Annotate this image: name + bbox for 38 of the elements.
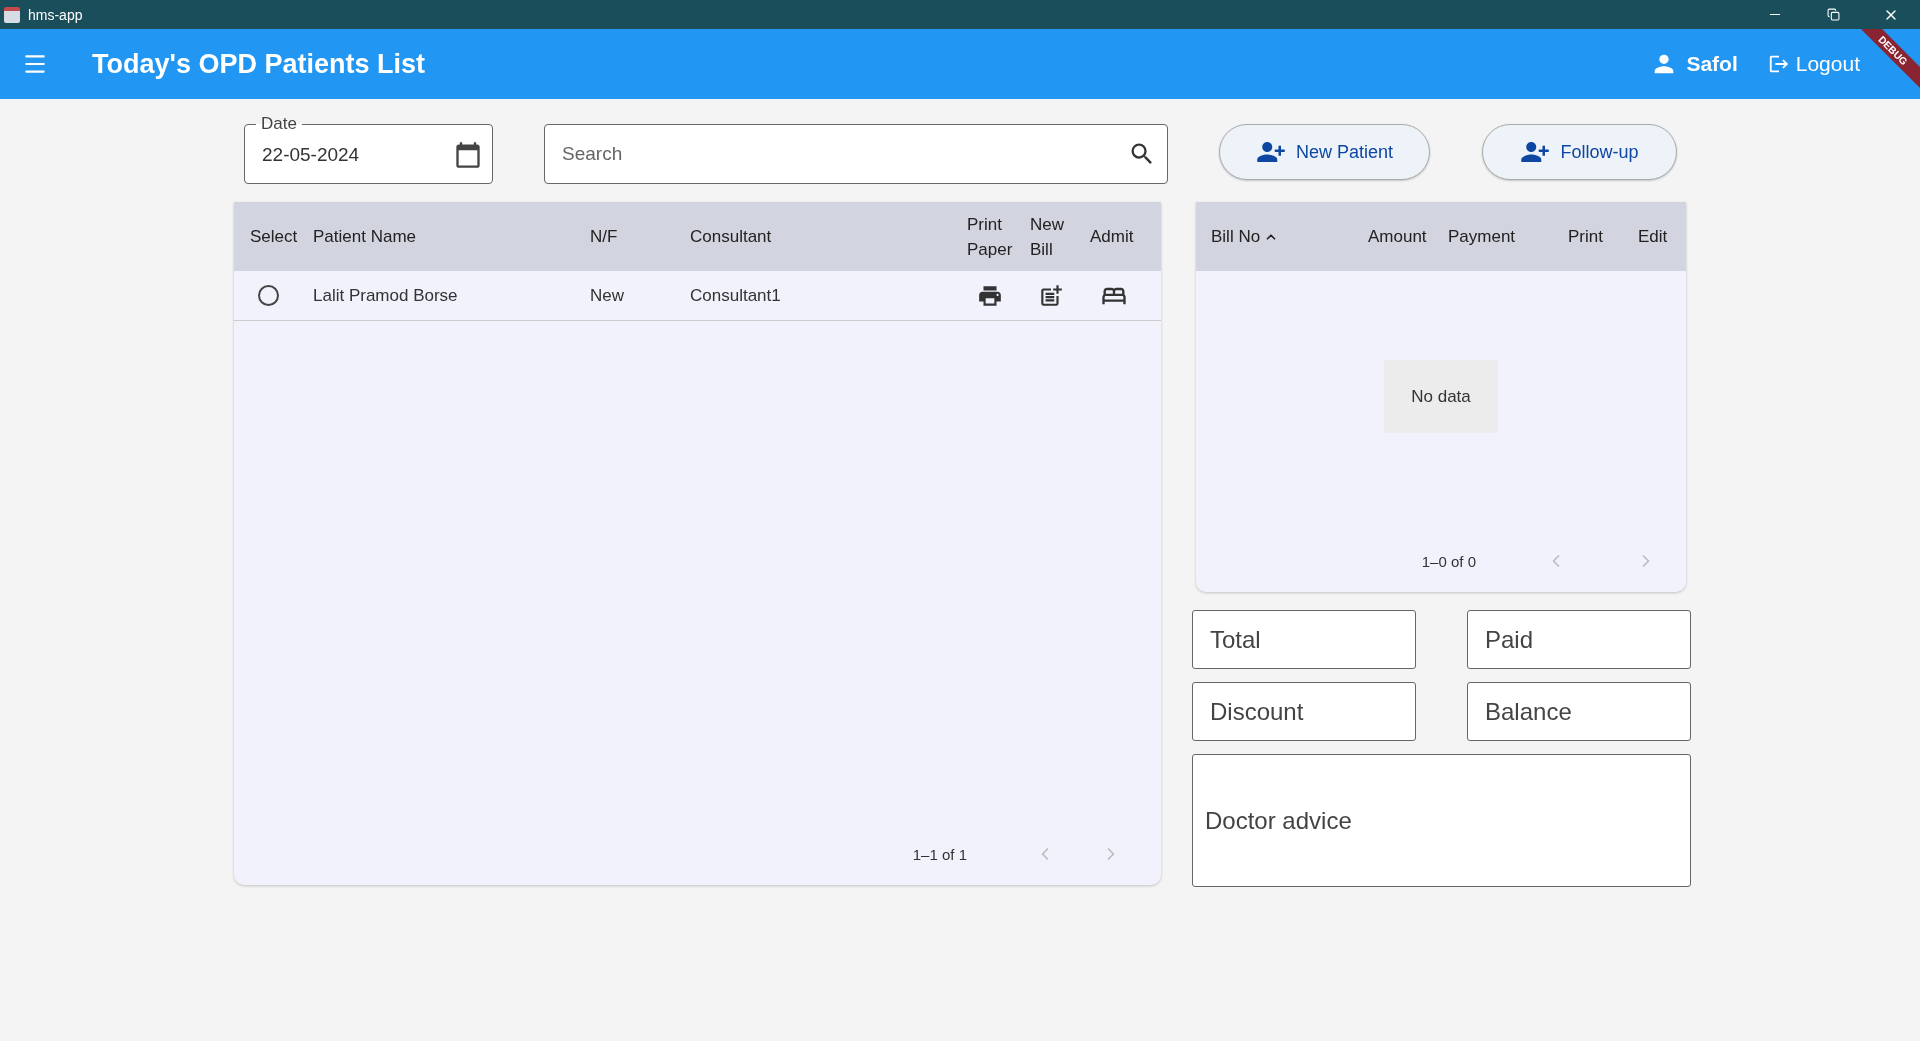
- column-header: Payment: [1448, 226, 1517, 247]
- app-icon: [4, 6, 20, 23]
- new-patient-button[interactable]: New Patient: [1219, 124, 1430, 180]
- new-bill-button[interactable]: [1038, 282, 1064, 309]
- column-header[interactable]: Bill No: [1211, 226, 1261, 247]
- table-cell-text: Lalit Pramod Borse: [313, 285, 459, 306]
- doctor-advice-field[interactable]: Doctor advice: [1192, 754, 1691, 887]
- column-header: Select: [250, 226, 299, 248]
- column-header: Print: [1568, 226, 1604, 247]
- column-header: Print Paper: [967, 213, 1014, 261]
- amount-field[interactable]: Total: [1192, 610, 1416, 669]
- pagination-text: 1–1 of 1: [912, 845, 967, 863]
- column-header: Admit: [1090, 226, 1135, 248]
- amount-field[interactable]: Discount: [1192, 682, 1416, 741]
- amount-field[interactable]: Balance: [1467, 682, 1691, 741]
- minimize-icon: [1770, 14, 1780, 15]
- column-header: Patient Name: [313, 226, 417, 248]
- search-field[interactable]: Search: [544, 124, 1168, 184]
- table-cell-text: Consultant1: [690, 285, 782, 306]
- column-header: N/F: [590, 226, 619, 248]
- follow-up-button[interactable]: Follow-up: [1482, 124, 1677, 180]
- empty-message: No data: [1384, 360, 1498, 433]
- date-label: Date: [260, 114, 298, 134]
- window-title: hms-app: [28, 6, 84, 23]
- table-cell-text: New: [590, 285, 625, 306]
- page-title: Today's OPD Patients List: [92, 48, 426, 80]
- amount-field[interactable]: Paid: [1467, 610, 1691, 669]
- column-header: Consultant: [690, 226, 773, 248]
- column-header: Edit: [1638, 226, 1669, 247]
- logout-icon: [1767, 53, 1790, 75]
- pagination-text: 1–0 of 0: [1421, 552, 1476, 570]
- date-field[interactable]: Date 22-05-2024: [244, 114, 493, 184]
- restore-icon: [1826, 8, 1840, 21]
- select-radio[interactable]: [258, 285, 279, 306]
- calendar-icon[interactable]: [454, 140, 482, 169]
- date-value: 22-05-2024: [262, 143, 361, 166]
- column-header: New Bill: [1030, 213, 1065, 261]
- column-header: Amount: [1368, 226, 1428, 247]
